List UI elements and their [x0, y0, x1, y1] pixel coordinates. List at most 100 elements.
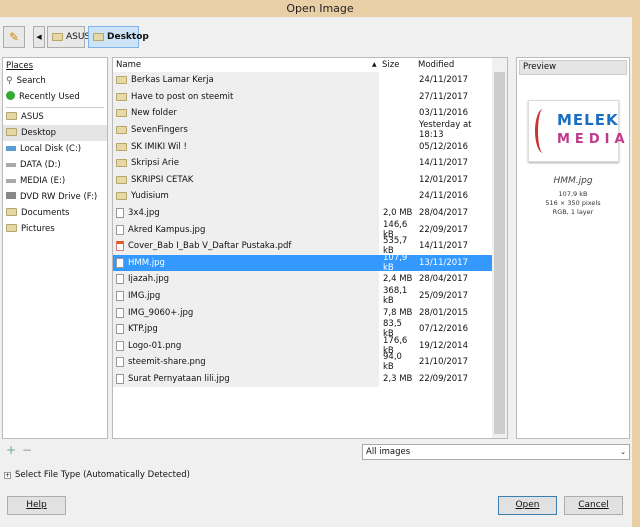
- file-row[interactable]: HMM.jpg 107,9 kB 13/11/2017: [113, 253, 493, 273]
- chevron-down-icon: ⌄: [620, 448, 626, 456]
- recent-icon: [6, 91, 15, 103]
- place-label: ASUS: [21, 112, 44, 122]
- file-modified: 27/11/2017: [419, 91, 468, 102]
- file-name: Have to post on steemit: [131, 91, 234, 102]
- place-item[interactable]: DVD RW Drive (F:): [3, 189, 107, 205]
- file-name: steemit-share.png: [128, 357, 206, 368]
- place-label: DATA (D:): [20, 160, 61, 170]
- scrollbar[interactable]: [492, 58, 507, 438]
- file-name: SevenFingers: [131, 125, 188, 136]
- place-item[interactable]: Desktop: [3, 125, 107, 141]
- window-title: Open Image: [286, 2, 354, 15]
- file-icon: [116, 307, 124, 318]
- file-modified: 14/11/2017: [419, 241, 468, 252]
- folder-icon: [116, 142, 127, 151]
- file-row[interactable]: SevenFingers Yesterday at 18:13: [113, 120, 493, 141]
- open-button[interactable]: Open: [498, 496, 557, 515]
- folder-icon: [116, 175, 127, 184]
- file-row[interactable]: Surat Pernyataan lili.jpg 2,3 MB 22/09/201…: [113, 370, 493, 388]
- file-modified: Yesterday at 18:13: [419, 120, 472, 141]
- file-modified: 25/09/2017: [419, 291, 468, 302]
- place-item[interactable]: DATA (D:): [3, 157, 107, 173]
- preview-header: Preview: [519, 60, 627, 75]
- file-name: IMG_9060+.jpg: [128, 307, 194, 318]
- place-item[interactable]: Pictures: [3, 221, 107, 237]
- file-size: 2,4 MB: [383, 274, 413, 285]
- file-icon: [116, 208, 124, 219]
- file-filter-select[interactable]: All images ⌄: [362, 444, 630, 460]
- place-item[interactable]: MEDIA (E:): [3, 173, 107, 189]
- file-name: Skripsi Arie: [131, 158, 179, 169]
- pencil-icon: ✎: [8, 30, 20, 44]
- file-row[interactable]: Ijazah.jpg 2,4 MB 28/04/2017: [113, 271, 493, 288]
- file-name: SK IMIKI Wil !: [131, 141, 187, 152]
- file-icon: [116, 324, 124, 335]
- file-name: Logo-01.png: [128, 340, 182, 351]
- file-modified: 14/11/2017: [419, 158, 468, 169]
- place-item[interactable]: ASUS: [3, 109, 107, 125]
- file-name: 3x4.jpg: [128, 208, 160, 219]
- file-row[interactable]: Akred Kampus.jpg 146,6 kB 22/09/2017: [113, 220, 493, 240]
- file-name: IMG.jpg: [128, 291, 161, 302]
- file-row[interactable]: IMG.jpg 368,1 kB 25/09/2017: [113, 286, 493, 307]
- place-item[interactable]: Documents: [3, 205, 107, 221]
- place-label: Local Disk (C:): [20, 144, 82, 154]
- logo-swirl: [535, 109, 551, 153]
- cancel-button[interactable]: Cancel: [564, 496, 623, 515]
- file-modified: 03/11/2016: [419, 108, 468, 119]
- file-row[interactable]: steemit-share.png 94,0 kB 21/10/2017: [113, 352, 493, 372]
- file-row[interactable]: IMG_9060+.jpg 7,8 MB 28/01/2015: [113, 304, 493, 321]
- file-name: Surat Pernyataan lili.jpg: [128, 374, 230, 385]
- file-size: 2,3 MB: [383, 374, 413, 385]
- column-name[interactable]: Name: [113, 58, 379, 72]
- file-name: KTP.jpg: [128, 324, 158, 335]
- file-name: HMM.jpg: [128, 257, 165, 268]
- preview-filename: HMM.jpg: [553, 176, 593, 186]
- edit-location-button[interactable]: ✎: [3, 26, 25, 48]
- place-item[interactable]: Local Disk (C:): [3, 141, 107, 157]
- file-row[interactable]: Berkas Lamar Kerja 24/11/2017: [113, 72, 493, 89]
- file-row[interactable]: KTP.jpg 83,5 kB 07/12/2016: [113, 319, 493, 339]
- path-button-asus[interactable]: ASUS: [47, 26, 90, 48]
- file-modified: 28/04/2017: [419, 208, 468, 219]
- add-bookmark-button[interactable]: +: [6, 443, 16, 457]
- preview-panel: Preview MELEK MEDIA HMM.jpg 107,9 kB 516…: [516, 57, 630, 439]
- folder-icon: [52, 33, 63, 41]
- file-row[interactable]: Cover_Bab I_Bab V_Daftar Pustaka.pdf 535,…: [113, 236, 493, 256]
- place-label: Search: [16, 76, 46, 86]
- column-modified[interactable]: Modified: [415, 58, 454, 72]
- file-row[interactable]: Yudisium 24/11/2016: [113, 188, 493, 205]
- place-item[interactable]: Recently Used: [3, 89, 107, 105]
- folder-icon: [116, 192, 127, 201]
- file-row[interactable]: SKRIPSI CETAK 12/01/2017: [113, 171, 493, 189]
- file-modified: 24/11/2017: [419, 75, 468, 86]
- disk-icon: [6, 144, 16, 154]
- file-name: New folder: [131, 108, 177, 119]
- file-row[interactable]: Logo-01.png 176,6 kB 19/12/2014: [113, 336, 493, 356]
- remove-bookmark-button[interactable]: −: [22, 443, 32, 457]
- file-modified: 05/12/2016: [419, 141, 468, 152]
- file-row[interactable]: Skripsi Arie 14/11/2017: [113, 155, 493, 172]
- scrollbar-thumb[interactable]: [494, 72, 505, 434]
- column-size[interactable]: Size: [379, 58, 399, 72]
- path-button-desktop[interactable]: Desktop: [88, 26, 149, 48]
- folder-icon: [116, 109, 127, 118]
- folder-icon: [116, 76, 127, 85]
- file-type-expander[interactable]: + Select File Type (Automatically Detect…: [4, 470, 190, 480]
- file-row[interactable]: Have to post on steemit 27/11/2017: [113, 88, 493, 106]
- window-border: [632, 17, 640, 527]
- drive-icon: [6, 160, 16, 170]
- folder-icon: [116, 126, 127, 135]
- file-size: 368,1 kB: [383, 286, 408, 307]
- place-label: Recently Used: [19, 92, 80, 102]
- places-divider: [6, 107, 104, 108]
- file-row[interactable]: 3x4.jpg 2,0 MB 28/04/2017: [113, 204, 493, 222]
- place-label: Desktop: [21, 128, 57, 138]
- file-icon: [116, 257, 124, 268]
- file-row[interactable]: SK IMIKI Wil ! 05/12/2016: [113, 138, 493, 155]
- file-icon: [116, 274, 124, 285]
- place-item[interactable]: ⚲ Search: [3, 73, 107, 89]
- help-button[interactable]: Help: [7, 496, 66, 515]
- title-bar: Open Image: [0, 0, 640, 17]
- path-back-button[interactable]: ◀: [33, 26, 45, 48]
